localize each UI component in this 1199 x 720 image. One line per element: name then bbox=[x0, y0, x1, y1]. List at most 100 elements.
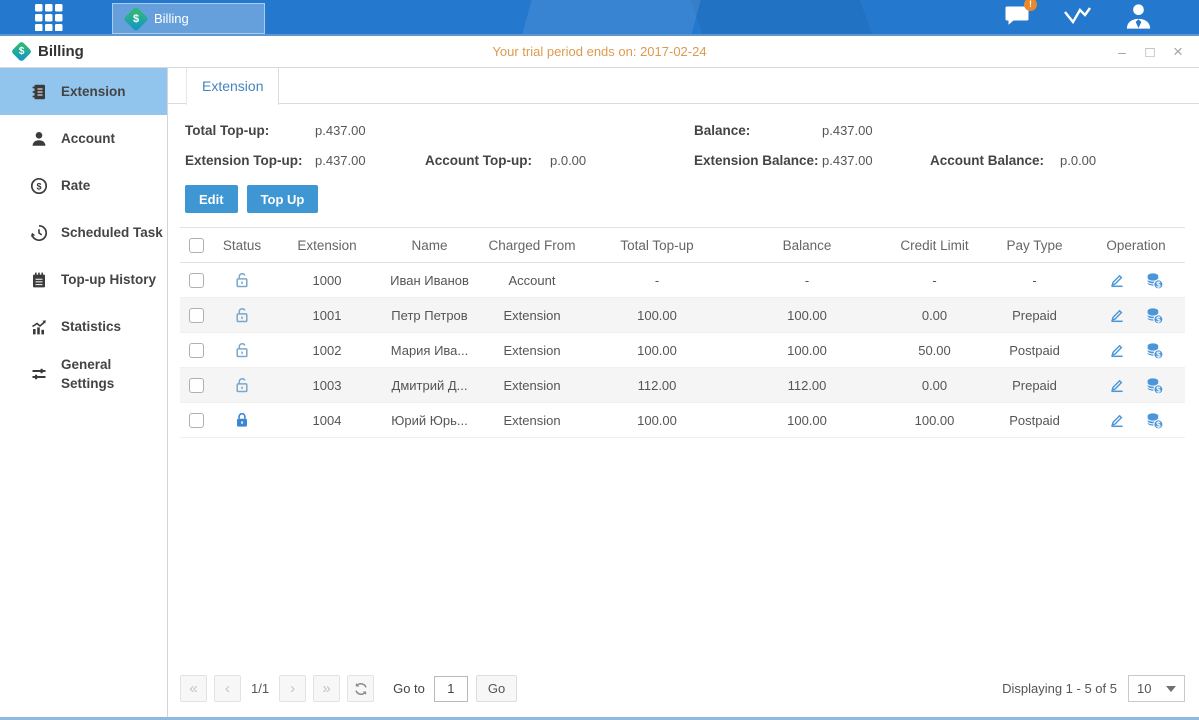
tab-extension[interactable]: Extension bbox=[186, 68, 279, 105]
sidebar-item-label: General Settings bbox=[61, 355, 167, 393]
charged-from-cell: Extension bbox=[477, 368, 587, 403]
journal-icon bbox=[30, 83, 48, 101]
account-balance-label: Account Balance: bbox=[930, 151, 1060, 170]
pay-type-cell: Postpaid bbox=[982, 403, 1087, 438]
last-page-icon[interactable]: » bbox=[313, 675, 340, 702]
total-topup-cell: - bbox=[587, 263, 727, 298]
row-checkbox[interactable] bbox=[189, 308, 204, 323]
col-header-balance: Balance bbox=[727, 228, 887, 263]
operation-cell: $ bbox=[1087, 368, 1185, 403]
svg-text:$: $ bbox=[1157, 385, 1162, 394]
goto-label: Go to bbox=[393, 681, 425, 696]
window-title: Billing bbox=[0, 43, 84, 60]
balance-value: p.437.00 bbox=[822, 121, 930, 140]
topbar-icons: ! bbox=[1003, 0, 1154, 36]
prev-page-icon[interactable]: ‹ bbox=[214, 675, 241, 702]
locked-icon[interactable] bbox=[212, 403, 272, 438]
total-topup-value: p.437.00 bbox=[315, 121, 425, 140]
sidebar-item-label: Statistics bbox=[61, 317, 121, 336]
row-checkbox[interactable] bbox=[189, 343, 204, 358]
tab-strip: Extension bbox=[168, 68, 1199, 104]
operation-cell: $ bbox=[1087, 333, 1185, 368]
pagination-bar: « ‹ 1/1 › » Go to Go Displaying 1 - 5 of… bbox=[168, 675, 1199, 717]
operation-cell: $ bbox=[1087, 263, 1185, 298]
go-button[interactable]: Go bbox=[476, 675, 517, 702]
sidebar-item-scheduled-task[interactable]: Scheduled Task bbox=[0, 209, 167, 256]
taskbar-billing-tab[interactable]: Billing bbox=[112, 3, 265, 34]
row-checkbox[interactable] bbox=[189, 273, 204, 288]
name-cell: Петр Петров bbox=[382, 298, 477, 333]
row-checkbox[interactable] bbox=[189, 413, 204, 428]
topup-coins-icon[interactable]: $ bbox=[1145, 341, 1164, 360]
edit-button[interactable]: Edit bbox=[185, 185, 238, 213]
trial-notice: Your trial period ends on: 2017-02-24 bbox=[0, 44, 1199, 59]
apps-grid-icon[interactable] bbox=[35, 4, 63, 31]
taskbar-tab-label: Billing bbox=[154, 11, 189, 26]
edit-pencil-icon[interactable] bbox=[1108, 341, 1126, 359]
sidebar: Extension Account $ Rate Scheduled Task … bbox=[0, 68, 168, 717]
sidebar-item-extension[interactable]: Extension bbox=[0, 68, 167, 115]
row-select-cell bbox=[180, 263, 212, 298]
billing-app-icon bbox=[123, 6, 148, 31]
topup-coins-icon[interactable]: $ bbox=[1145, 306, 1164, 325]
balance-summary: Total Top-up: p.437.00 Balance: p.437.00… bbox=[168, 104, 1199, 170]
unlocked-icon[interactable] bbox=[212, 263, 272, 298]
person-silhouette-icon bbox=[1123, 2, 1154, 35]
user-account-icon[interactable] bbox=[1123, 2, 1154, 35]
name-cell: Иван Иванов bbox=[382, 263, 477, 298]
charged-from-cell: Extension bbox=[477, 333, 587, 368]
pay-type-cell: Prepaid bbox=[982, 298, 1087, 333]
col-header-operation: Operation bbox=[1087, 228, 1185, 263]
close-icon[interactable] bbox=[1167, 41, 1189, 63]
sidebar-item-general-settings[interactable]: General Settings bbox=[0, 350, 167, 397]
edit-pencil-icon[interactable] bbox=[1108, 271, 1126, 289]
credit-limit-cell: 0.00 bbox=[887, 298, 982, 333]
table-row: 1000 Иван Иванов Account - - - - $ bbox=[180, 263, 1185, 298]
unlocked-icon[interactable] bbox=[212, 298, 272, 333]
unlocked-icon[interactable] bbox=[212, 333, 272, 368]
table-row: 1001 Петр Петров Extension 100.00 100.00… bbox=[180, 298, 1185, 333]
maximize-icon[interactable] bbox=[1139, 41, 1161, 63]
col-header-charged-from: Charged From bbox=[477, 228, 587, 263]
select-all-checkbox[interactable] bbox=[189, 238, 204, 253]
next-page-icon[interactable]: › bbox=[279, 675, 306, 702]
row-checkbox[interactable] bbox=[189, 378, 204, 393]
refresh-icon[interactable] bbox=[347, 675, 374, 702]
edit-pencil-icon[interactable] bbox=[1108, 376, 1126, 394]
svg-text:$: $ bbox=[1157, 280, 1162, 289]
table-header-row: StatusExtensionNameCharged FromTotal Top… bbox=[180, 228, 1185, 263]
table-row: 1003 Дмитрий Д... Extension 112.00 112.0… bbox=[180, 368, 1185, 403]
edit-pencil-icon[interactable] bbox=[1108, 411, 1126, 429]
col-header-total-top-up: Total Top-up bbox=[587, 228, 727, 263]
dollar-circle-icon: $ bbox=[30, 177, 48, 195]
notification-badge: ! bbox=[1024, 0, 1037, 11]
topup-coins-icon[interactable]: $ bbox=[1145, 376, 1164, 395]
credit-limit-cell: 0.00 bbox=[887, 368, 982, 403]
topup-coins-icon[interactable]: $ bbox=[1145, 271, 1164, 290]
clock-icon bbox=[30, 224, 48, 242]
unlocked-icon[interactable] bbox=[212, 368, 272, 403]
credit-limit-cell: 100.00 bbox=[887, 403, 982, 438]
sidebar-item-account[interactable]: Account bbox=[0, 115, 167, 162]
extension-table: StatusExtensionNameCharged FromTotal Top… bbox=[180, 227, 1185, 438]
goto-page-input[interactable] bbox=[434, 676, 468, 702]
sidebar-item-statistics[interactable]: Statistics bbox=[0, 303, 167, 350]
extension-topup-value: p.437.00 bbox=[315, 151, 425, 170]
page-size-value: 10 bbox=[1137, 681, 1151, 696]
sidebar-item-rate[interactable]: $ Rate bbox=[0, 162, 167, 209]
monitor-chart-icon[interactable] bbox=[1061, 3, 1093, 34]
first-page-icon[interactable]: « bbox=[180, 675, 207, 702]
svg-text:$: $ bbox=[1157, 315, 1162, 324]
balance-cell: 100.00 bbox=[727, 298, 887, 333]
billing-title-icon bbox=[11, 41, 32, 62]
edit-pencil-icon[interactable] bbox=[1108, 306, 1126, 324]
notifications-icon[interactable]: ! bbox=[1003, 3, 1031, 33]
table-row: 1002 Мария Ива... Extension 100.00 100.0… bbox=[180, 333, 1185, 368]
extension-balance-label: Extension Balance: bbox=[694, 151, 822, 170]
page-size-select[interactable]: 10 bbox=[1128, 675, 1185, 702]
topup-coins-icon[interactable]: $ bbox=[1145, 411, 1164, 430]
sidebar-item-top-up-history[interactable]: Top-up History bbox=[0, 256, 167, 303]
top-up-button[interactable]: Top Up bbox=[247, 185, 319, 213]
svg-text:$: $ bbox=[36, 181, 41, 191]
minimize-icon[interactable] bbox=[1111, 41, 1133, 63]
